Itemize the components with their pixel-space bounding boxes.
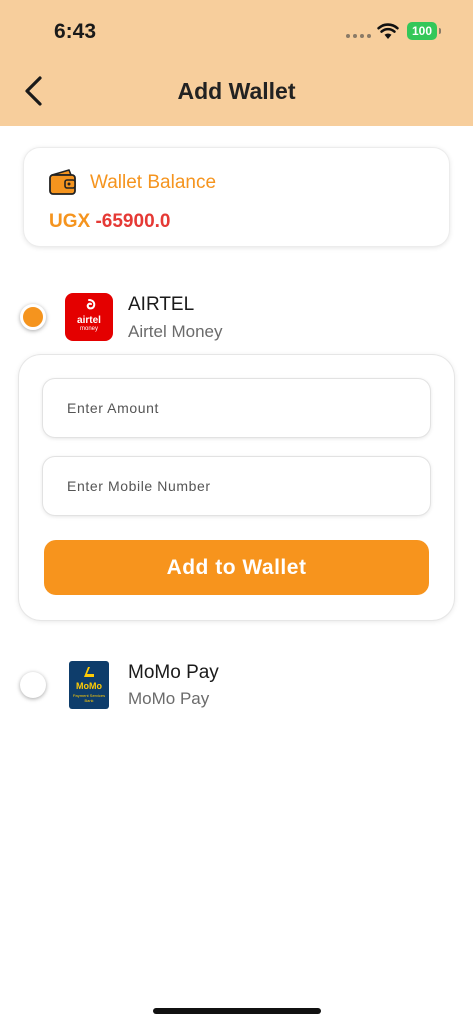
mobile-number-input[interactable] <box>43 457 430 515</box>
amount-input[interactable] <box>43 379 430 437</box>
wallet-balance-label: Wallet Balance <box>90 172 217 193</box>
momo-logo-subtext: Payment Services Bank <box>72 693 106 703</box>
back-button[interactable] <box>18 74 52 108</box>
add-to-wallet-button[interactable]: Add to Wallet <box>44 540 429 595</box>
momo-option-subtitle: MoMo Pay <box>128 689 210 708</box>
momo-mark-icon <box>84 667 94 677</box>
airtel-option-subtitle: Airtel Money <box>128 322 223 341</box>
status-time: 6:43 <box>54 20 97 43</box>
wallet-balance-value: UGX -65900.0 <box>49 211 170 233</box>
airtel-option-name: AIRTEL <box>128 294 195 315</box>
wifi-icon <box>377 23 399 39</box>
balance-amount: -65900.0 <box>95 211 171 232</box>
momo-radio-button[interactable] <box>20 672 46 698</box>
momo-option-name: MoMo Pay <box>128 662 219 683</box>
airtel-logo-text: airtel <box>77 315 101 326</box>
add-wallet-form: Add to Wallet <box>19 355 454 620</box>
wallet-icon <box>49 169 76 195</box>
home-indicator <box>153 1008 321 1014</box>
header: 6:43 100 Add Wallet <box>0 0 473 126</box>
add-wallet-screen: 6:43 100 Add Wallet Wallet Balance UGX -… <box>0 0 473 1024</box>
chevron-left-icon <box>25 76 42 106</box>
momo-logo: MoMo Payment Services Bank <box>69 661 109 709</box>
airtel-logo-subtext: money <box>79 326 98 332</box>
airtel-logo: airtel money <box>65 293 113 341</box>
airtel-swirl-icon <box>86 299 96 310</box>
momo-logo-text: MoMo <box>76 681 102 691</box>
cellular-signal-icon <box>346 34 371 38</box>
battery-indicator: 100 <box>407 22 437 40</box>
currency-code: UGX <box>49 211 91 232</box>
battery-tip <box>439 28 441 34</box>
page-title: Add Wallet <box>177 78 296 104</box>
wallet-balance-card: Wallet Balance UGX -65900.0 <box>24 148 449 246</box>
airtel-radio-button[interactable] <box>20 304 46 330</box>
